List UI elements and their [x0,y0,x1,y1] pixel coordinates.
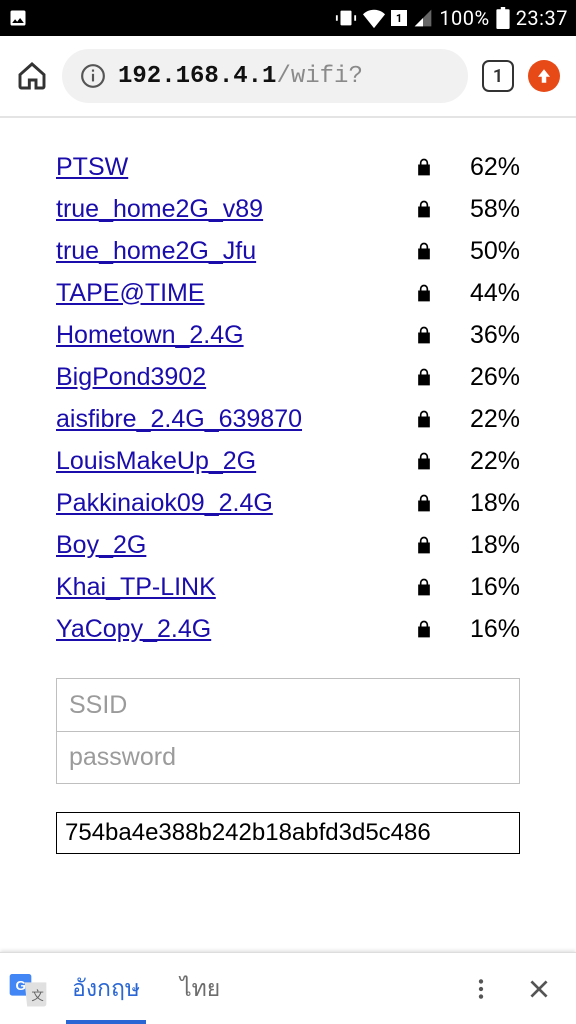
wifi-network-row: PTSW 62% [56,146,520,188]
wifi-signal-strength: 26% [448,363,520,392]
translate-close-icon[interactable] [524,974,554,1004]
credentials-form [56,678,520,784]
lock-icon [400,241,448,261]
wifi-icon [363,7,385,29]
wifi-signal-strength: 16% [448,573,520,602]
lock-icon [400,199,448,219]
wifi-network-row: BigPond3902 26% [56,356,520,398]
wifi-signal-strength: 22% [448,405,520,434]
home-button[interactable] [16,60,48,92]
wifi-network-row: YaCopy_2.4G 16% [56,608,520,650]
wifi-network-row: Pakkinaiok09_2.4G 18% [56,482,520,524]
battery-icon [496,7,510,29]
wifi-ssid-link[interactable]: YaCopy_2.4G [56,615,400,644]
lock-icon [400,577,448,597]
sim-indicator: 1 [391,10,407,26]
wifi-network-row: true_home2G_v89 58% [56,188,520,230]
url-text: 192.168.4.1/wifi? [118,63,363,90]
clock-time: 23:37 [516,6,568,30]
wifi-network-row: Boy_2G 18% [56,524,520,566]
wifi-ssid-link[interactable]: LouisMakeUp_2G [56,447,400,476]
wifi-network-row: LouisMakeUp_2G 22% [56,440,520,482]
vibrate-icon [335,7,357,29]
wifi-network-list: PTSW 62% true_home2G_v89 58% true_home2G_Jfu… [56,146,520,650]
wifi-network-row: aisfibre_2.4G_639870 22% [56,398,520,440]
update-available-icon[interactable] [528,60,560,92]
page-content: PTSW 62% true_home2G_v89 58% true_home2G_Jfu… [0,118,576,854]
browser-toolbar: 192.168.4.1/wifi? 1 [0,36,576,116]
translate-tab-target[interactable]: ไทย [162,953,238,1024]
wifi-signal-strength: 44% [448,279,520,308]
wifi-signal-strength: 58% [448,195,520,224]
wifi-signal-strength: 22% [448,447,520,476]
android-status-bar: 1 100% 23:37 [0,0,576,36]
wifi-signal-strength: 50% [448,237,520,266]
wifi-network-row: TAPE@TIME 44% [56,272,520,314]
lock-icon [400,451,448,471]
wifi-signal-strength: 18% [448,531,520,560]
battery-percent: 100% [439,6,489,30]
svg-text:文: 文 [31,987,44,1002]
wifi-ssid-link[interactable]: Boy_2G [56,531,400,560]
lock-icon [400,325,448,345]
wifi-network-row: Hometown_2.4G 36% [56,314,520,356]
lock-icon [400,283,448,303]
wifi-ssid-link[interactable]: TAPE@TIME [56,279,400,308]
wifi-ssid-link[interactable]: true_home2G_v89 [56,195,400,224]
lock-icon [400,535,448,555]
wifi-signal-strength: 62% [448,153,520,182]
screenshot-icon [8,8,28,28]
password-input[interactable] [57,731,519,783]
google-translate-icon[interactable]: G 文 [6,967,50,1011]
google-translate-bar: G 文 อังกฤษ ไทย [0,952,576,1024]
api-key-field[interactable]: 754ba4e388b242b18abfd3d5c486 [56,812,520,854]
wifi-signal-strength: 18% [448,489,520,518]
wifi-network-row: true_home2G_Jfu 50% [56,230,520,272]
site-info-icon[interactable] [80,63,106,89]
wifi-ssid-link[interactable]: Hometown_2.4G [56,321,400,350]
ssid-input[interactable] [57,679,519,731]
svg-text:G: G [16,977,26,992]
wifi-ssid-link[interactable]: Pakkinaiok09_2.4G [56,489,400,518]
wifi-ssid-link[interactable]: true_home2G_Jfu [56,237,400,266]
address-bar[interactable]: 192.168.4.1/wifi? [62,49,468,103]
wifi-signal-strength: 16% [448,615,520,644]
lock-icon [400,619,448,639]
lock-icon [400,157,448,177]
wifi-ssid-link[interactable]: aisfibre_2.4G_639870 [56,405,400,434]
wifi-ssid-link[interactable]: PTSW [56,153,400,182]
cell-signal-icon [413,8,433,28]
lock-icon [400,493,448,513]
wifi-ssid-link[interactable]: BigPond3902 [56,363,400,392]
translate-more-icon[interactable] [466,974,496,1004]
wifi-network-row: Khai_TP-LINK 16% [56,566,520,608]
translate-tab-source[interactable]: อังกฤษ [54,953,158,1024]
tab-switcher-button[interactable]: 1 [482,60,514,92]
lock-icon [400,367,448,387]
lock-icon [400,409,448,429]
wifi-signal-strength: 36% [448,321,520,350]
wifi-ssid-link[interactable]: Khai_TP-LINK [56,573,400,602]
